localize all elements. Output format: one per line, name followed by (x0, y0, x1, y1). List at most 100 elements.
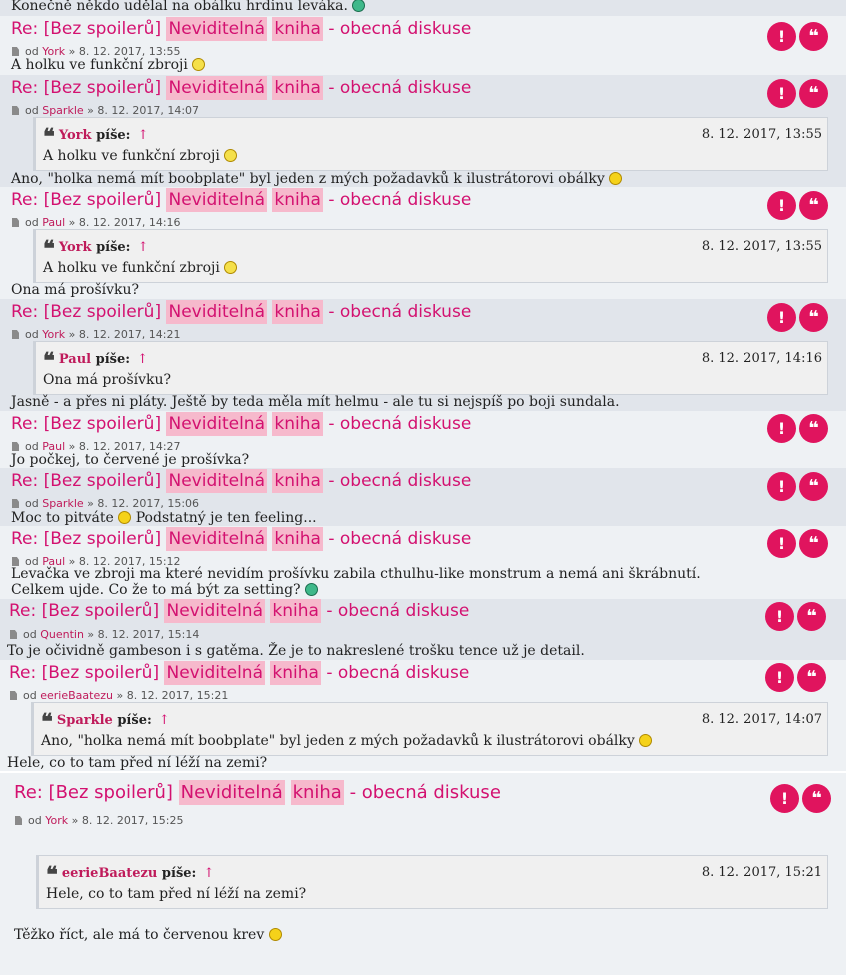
post: Re: [Bez spoilerů] Neviditelná kniha - o… (0, 411, 846, 468)
post-text: Jo počkej, to červené je prošívka? (11, 452, 250, 468)
search-highlight: kniha (272, 188, 323, 212)
search-highlight: kniha (290, 780, 344, 805)
title-suffix: - obecná diskuse (322, 529, 472, 549)
quote-button[interactable]: ❝ (799, 79, 828, 108)
quote-header: ❝ Sparkle píše: ↑ (41, 709, 170, 735)
search-highlight: Neviditelná (166, 469, 267, 493)
search-highlight: kniha (272, 527, 323, 551)
title-suffix: - obecná diskuse (322, 78, 472, 98)
jump-to-post-arrow-icon[interactable]: ↑ (133, 128, 149, 143)
quote-author[interactable]: York (59, 240, 96, 255)
quote-button[interactable]: ❝ (797, 663, 826, 692)
quote-button[interactable]: ❝ (799, 191, 828, 220)
post-document-icon[interactable] (12, 106, 19, 115)
report-button[interactable]: ! (765, 663, 794, 692)
post-document-icon[interactable] (12, 499, 19, 508)
title-suffix: - obecná diskuse (322, 190, 472, 210)
post-text-line2: Celkem ujde. Co že to má být za setting? (11, 582, 319, 598)
post-title[interactable]: Re: [Bez spoilerů] Neviditelná kniha - o… (11, 469, 471, 493)
post-date: » 8. 12. 2017, 14:07 (83, 104, 200, 117)
report-button[interactable]: ! (767, 472, 796, 501)
post-text: A holku ve funkční zbroji (11, 57, 206, 73)
quote-author[interactable]: Paul (59, 352, 96, 367)
post-document-icon[interactable] (10, 691, 17, 700)
report-button[interactable]: ! (767, 303, 796, 332)
post: Re: [Bez spoilerů] Neviditelná kniha - o… (0, 468, 846, 526)
title-suffix: - obecná diskuse (320, 601, 470, 621)
quote-button[interactable]: ❝ (802, 784, 831, 813)
post-title[interactable]: Re: [Bez spoilerů] Neviditelná kniha - o… (9, 661, 469, 685)
post-text: Konečně někdo udělal na obálku hrdinu le… (11, 0, 348, 14)
post-author[interactable]: Sparkle (42, 104, 83, 117)
jump-to-post-arrow-icon[interactable]: ↑ (199, 866, 214, 881)
quote-button[interactable]: ❝ (799, 303, 828, 332)
post-author[interactable]: eerieBaatezu (40, 689, 113, 702)
report-button[interactable]: ! (767, 22, 796, 51)
search-highlight: Neviditelná (166, 17, 267, 41)
title-suffix: - obecná diskuse (322, 19, 472, 39)
quote-date: 8. 12. 2017, 14:07 (701, 712, 822, 727)
post-title[interactable]: Re: [Bez spoilerů] Neviditelná kniha - o… (11, 300, 471, 324)
search-highlight: Neviditelná (164, 599, 265, 623)
search-highlight: Neviditelná (166, 527, 267, 551)
post: Re: [Bez spoilerů] Neviditelná kniha - o… (0, 16, 846, 75)
post-date: » 8. 12. 2017, 14:21 (65, 328, 181, 341)
post-title[interactable]: Re: [Bez spoilerů] Neviditelná kniha - o… (9, 599, 470, 623)
grin-smiley-icon (352, 0, 366, 12)
quote-button[interactable]: ❝ (797, 602, 826, 631)
post-title[interactable]: Re: [Bez spoilerů] Neviditelná kniha - o… (14, 780, 501, 805)
post-document-icon[interactable] (12, 47, 19, 56)
meta-od: od (25, 104, 43, 117)
quote-author[interactable]: Sparkle (57, 713, 118, 728)
quote-author[interactable]: York (59, 128, 96, 143)
post-document-icon[interactable] (15, 816, 22, 825)
post-title[interactable]: Re: [Bez spoilerů] Neviditelná kniha - o… (11, 412, 471, 436)
jump-to-post-arrow-icon[interactable]: ↑ (133, 352, 148, 367)
title-prefix: Re: [Bez spoilerů] (11, 302, 167, 322)
smile-icon (639, 734, 653, 747)
report-button[interactable]: ! (765, 602, 794, 631)
blockquote: ❝ eerieBaatezu píše: ↑ 8. 12. 2017, 15:21 H… (36, 855, 828, 909)
quote-button[interactable]: ❝ (799, 22, 828, 51)
quote-header: ❝ Paul píše: ↑ (43, 348, 148, 374)
post-document-icon[interactable] (12, 442, 19, 451)
report-button[interactable]: ! (770, 784, 799, 813)
post-author[interactable]: Paul (42, 216, 65, 229)
post-meta: od Paul » 8. 12. 2017, 14:16 (12, 217, 181, 229)
post-meta: od eerieBaatezu » 8. 12. 2017, 15:21 (10, 690, 228, 702)
post-title[interactable]: Re: [Bez spoilerů] Neviditelná kniha - o… (11, 188, 472, 212)
quote-button[interactable]: ❝ (799, 529, 828, 558)
blockquote: ❝ York píše: ↑ 8. 12. 2017, 13:55 A holku v… (33, 229, 828, 283)
post-text: Hele, co to tam před ní léží na zemi? (7, 755, 268, 771)
post-document-icon[interactable] (12, 330, 19, 339)
post-document-icon[interactable] (10, 630, 17, 639)
report-button[interactable]: ! (767, 414, 796, 443)
post-author[interactable]: York (45, 814, 68, 827)
meta-od: od (23, 689, 41, 702)
post: Re: [Bez spoilerů] Neviditelná kniha - o… (0, 771, 846, 975)
post-title[interactable]: Re: [Bez spoilerů] Neviditelná kniha - o… (11, 17, 472, 41)
post-text: Moc to pitváte Podstatný je ten feeling.… (11, 510, 317, 526)
post-meta: od York » 8. 12. 2017, 15:25 (15, 815, 184, 827)
post-document-icon[interactable] (12, 557, 19, 566)
post-title[interactable]: Re: [Bez spoilerů] Neviditelná kniha - o… (11, 527, 472, 551)
search-highlight: kniha (270, 599, 321, 623)
post-document-icon[interactable] (12, 218, 19, 227)
title-prefix: Re: [Bez spoilerů] (11, 529, 167, 549)
quote-author[interactable]: eerieBaatezu (62, 866, 162, 881)
post-author[interactable]: Sparkle (42, 497, 83, 510)
report-button[interactable]: ! (767, 529, 796, 558)
quote-button[interactable]: ❝ (799, 414, 828, 443)
report-button[interactable]: ! (767, 79, 796, 108)
quote-wrote: píše: (161, 866, 197, 881)
meta-od: od (28, 814, 46, 827)
title-prefix: Re: [Bez spoilerů] (11, 471, 167, 491)
post-author[interactable]: Quentin (40, 628, 84, 641)
jump-to-post-arrow-icon[interactable]: ↑ (155, 713, 170, 728)
post-title[interactable]: Re: [Bez spoilerů] Neviditelná kniha - o… (11, 76, 472, 100)
report-button[interactable]: ! (767, 191, 796, 220)
jump-to-post-arrow-icon[interactable]: ↑ (133, 240, 149, 255)
quote-header: ❝ York píše: ↑ (43, 236, 149, 262)
quote-button[interactable]: ❝ (799, 472, 828, 501)
post-author[interactable]: York (42, 328, 65, 341)
